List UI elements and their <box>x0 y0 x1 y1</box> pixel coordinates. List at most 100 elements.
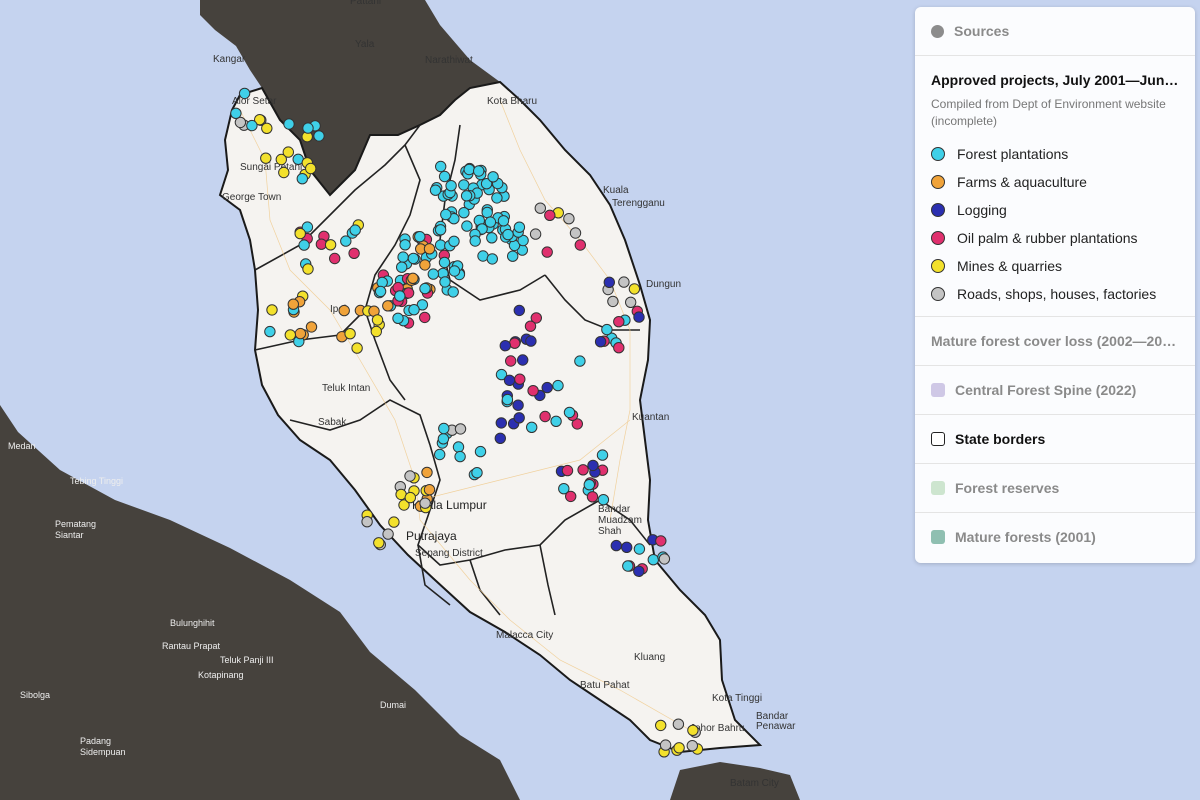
project-point[interactable] <box>487 171 499 183</box>
project-point[interactable] <box>513 304 525 317</box>
project-point[interactable] <box>513 412 525 424</box>
project-point[interactable] <box>371 314 384 326</box>
project-point[interactable] <box>370 325 382 338</box>
project-point[interactable] <box>625 296 637 308</box>
project-point[interactable] <box>507 250 519 262</box>
project-point[interactable] <box>278 166 290 179</box>
project-point[interactable] <box>461 220 473 232</box>
sources-row[interactable]: Sources <box>915 7 1195 56</box>
project-point[interactable] <box>305 321 318 333</box>
project-point[interactable] <box>497 215 510 227</box>
project-point[interactable] <box>586 491 599 503</box>
project-point[interactable] <box>338 304 350 317</box>
project-point[interactable] <box>686 740 698 752</box>
project-point[interactable] <box>260 152 272 164</box>
project-point[interactable] <box>647 554 659 566</box>
project-point[interactable] <box>583 479 595 491</box>
project-point[interactable] <box>448 265 461 277</box>
project-point[interactable] <box>544 209 556 222</box>
project-point[interactable] <box>458 179 470 191</box>
project-point[interactable] <box>302 122 314 134</box>
project-point[interactable] <box>421 466 433 479</box>
project-point[interactable] <box>534 202 546 214</box>
project-point[interactable] <box>419 497 431 509</box>
project-point[interactable] <box>264 325 276 338</box>
layer-toggle[interactable]: Mature forest cover loss (2002—2022) <box>915 317 1195 366</box>
project-point[interactable] <box>501 393 514 406</box>
project-point[interactable] <box>577 464 589 476</box>
layer-toggle[interactable]: State borders <box>915 415 1195 464</box>
project-point[interactable] <box>673 742 685 754</box>
project-point[interactable] <box>458 207 470 219</box>
project-point[interactable] <box>658 553 671 565</box>
project-point[interactable] <box>447 286 459 298</box>
project-point[interactable] <box>302 263 314 275</box>
project-point[interactable] <box>344 328 356 340</box>
project-point[interactable] <box>633 311 645 323</box>
project-point[interactable] <box>282 146 294 158</box>
project-point[interactable] <box>440 208 452 221</box>
project-point[interactable] <box>348 247 360 260</box>
project-point[interactable] <box>419 311 431 324</box>
project-point[interactable] <box>513 221 526 233</box>
project-point[interactable] <box>434 224 447 236</box>
project-point[interactable] <box>296 173 308 185</box>
project-point[interactable] <box>392 312 404 324</box>
legend-category[interactable]: Logging <box>931 196 1179 224</box>
project-point[interactable] <box>512 399 524 411</box>
project-point[interactable] <box>574 355 586 367</box>
project-point[interactable] <box>324 239 337 251</box>
project-point[interactable] <box>503 374 516 386</box>
checkbox-icon[interactable] <box>931 432 945 446</box>
layer-toggle[interactable]: Central Forest Spine (2022) <box>915 366 1195 415</box>
project-point[interactable] <box>404 491 416 504</box>
project-point[interactable] <box>622 560 634 572</box>
project-point[interactable] <box>266 304 278 316</box>
project-point[interactable] <box>601 323 613 336</box>
project-point[interactable] <box>294 327 307 340</box>
project-point[interactable] <box>408 304 420 316</box>
project-point[interactable] <box>454 450 466 463</box>
project-point[interactable] <box>230 107 242 120</box>
project-point[interactable] <box>373 537 385 549</box>
project-point[interactable] <box>474 445 487 458</box>
project-point[interactable] <box>287 298 299 310</box>
project-point[interactable] <box>610 539 622 552</box>
project-point[interactable] <box>374 285 387 298</box>
project-point[interactable] <box>283 118 295 130</box>
project-point[interactable] <box>423 484 436 496</box>
project-point[interactable] <box>552 379 564 392</box>
project-point[interactable] <box>561 464 574 477</box>
project-point[interactable] <box>261 122 273 135</box>
project-point[interactable] <box>486 232 498 244</box>
project-point[interactable] <box>618 276 630 288</box>
project-point[interactable] <box>437 433 450 445</box>
project-point[interactable] <box>329 252 341 265</box>
project-point[interactable] <box>526 421 538 433</box>
layer-toggle[interactable]: Mature forests (2001) <box>915 513 1195 561</box>
project-point[interactable] <box>407 252 420 265</box>
project-point[interactable] <box>524 320 537 332</box>
project-point[interactable] <box>633 565 645 577</box>
project-point[interactable] <box>481 206 493 219</box>
project-point[interactable] <box>563 406 576 419</box>
project-point[interactable] <box>486 253 498 265</box>
project-point[interactable] <box>434 448 446 461</box>
project-point[interactable] <box>565 490 577 503</box>
project-point[interactable] <box>499 340 511 352</box>
project-point[interactable] <box>313 130 325 142</box>
project-point[interactable] <box>628 283 641 295</box>
project-point[interactable] <box>382 528 394 540</box>
project-point[interactable] <box>495 417 507 429</box>
project-point[interactable] <box>517 354 529 366</box>
legend-category[interactable]: Roads, shops, houses, factories <box>931 280 1179 308</box>
project-point[interactable] <box>452 441 465 453</box>
project-point[interactable] <box>305 162 317 175</box>
legend-category[interactable]: Forest plantations <box>931 140 1179 168</box>
project-point[interactable] <box>397 251 409 263</box>
project-point[interactable] <box>439 276 451 288</box>
project-point[interactable] <box>419 282 431 295</box>
legend-category[interactable]: Mines & quarries <box>931 252 1179 280</box>
project-point[interactable] <box>399 239 411 251</box>
project-point[interactable] <box>471 467 483 479</box>
